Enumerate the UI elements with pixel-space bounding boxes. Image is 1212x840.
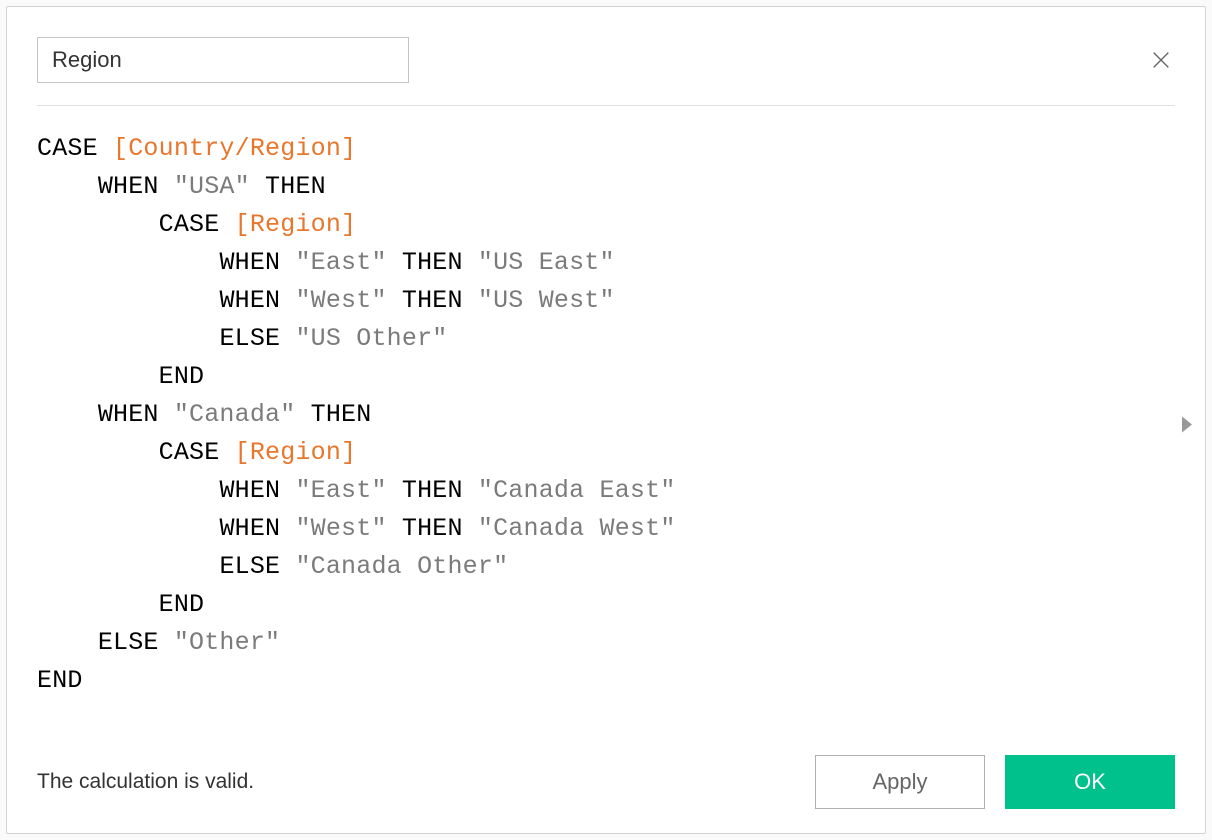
calc-name-input[interactable]: [37, 37, 409, 83]
keyword-token: CASE: [159, 438, 235, 467]
string-token: "West": [295, 514, 386, 543]
formula-line: WHEN "West" THEN "Canada West": [37, 510, 1175, 548]
validation-status: The calculation is valid.: [37, 770, 254, 794]
keyword-token: END: [37, 666, 83, 695]
field-token: [Region]: [235, 210, 357, 239]
formula-line: END: [37, 358, 1175, 396]
formula-line: ELSE "Canada Other": [37, 548, 1175, 586]
string-token: "Canada East": [478, 476, 676, 505]
calculated-field-dialog: CASE [Country/Region] WHEN "USA" THEN CA…: [6, 6, 1206, 834]
formula-line: WHEN "East" THEN "US East": [37, 244, 1175, 282]
field-token: [Country/Region]: [113, 134, 356, 163]
formula-editor-wrap: CASE [Country/Region] WHEN "USA" THEN CA…: [37, 116, 1175, 737]
string-token: "US West": [478, 286, 615, 315]
formula-line: ELSE "Other": [37, 624, 1175, 662]
string-token: "USA": [174, 172, 250, 201]
keyword-token: THEN: [387, 286, 478, 315]
keyword-token: THEN: [387, 476, 478, 505]
string-token: "West": [295, 286, 386, 315]
keyword-token: THEN: [295, 400, 371, 429]
keyword-token: END: [159, 362, 205, 391]
expand-reference-button[interactable]: [1181, 416, 1193, 437]
string-token: "US Other": [295, 324, 447, 353]
ok-button[interactable]: OK: [1005, 755, 1175, 809]
keyword-token: THEN: [387, 248, 478, 277]
formula-line: CASE [Region]: [37, 434, 1175, 472]
keyword-token: WHEN: [98, 400, 174, 429]
keyword-token: THEN: [250, 172, 326, 201]
keyword-token: CASE: [37, 134, 113, 163]
formula-editor[interactable]: CASE [Country/Region] WHEN "USA" THEN CA…: [37, 130, 1175, 700]
string-token: "US East": [478, 248, 615, 277]
field-token: [Region]: [235, 438, 357, 467]
keyword-token: WHEN: [219, 476, 295, 505]
formula-line: WHEN "Canada" THEN: [37, 396, 1175, 434]
formula-line: CASE [Region]: [37, 206, 1175, 244]
dialog-footer: The calculation is valid. Apply OK: [37, 755, 1175, 809]
formula-line: WHEN "East" THEN "Canada East": [37, 472, 1175, 510]
string-token: "East": [295, 476, 386, 505]
close-icon: [1150, 49, 1172, 71]
formula-line: WHEN "USA" THEN: [37, 168, 1175, 206]
button-group: Apply OK: [815, 755, 1175, 809]
formula-line: CASE [Country/Region]: [37, 130, 1175, 168]
keyword-token: THEN: [387, 514, 478, 543]
string-token: "Canada": [174, 400, 296, 429]
string-token: "Canada West": [478, 514, 676, 543]
chevron-right-icon: [1181, 416, 1193, 432]
apply-button[interactable]: Apply: [815, 755, 985, 809]
keyword-token: CASE: [159, 210, 235, 239]
string-token: "Other": [174, 628, 280, 657]
keyword-token: WHEN: [98, 172, 174, 201]
keyword-token: ELSE: [219, 324, 295, 353]
close-button[interactable]: [1147, 46, 1175, 74]
formula-line: END: [37, 586, 1175, 624]
dialog-header: [37, 37, 1175, 106]
formula-line: ELSE "US Other": [37, 320, 1175, 358]
string-token: "East": [295, 248, 386, 277]
string-token: "Canada Other": [295, 552, 508, 581]
formula-line: END: [37, 662, 1175, 700]
keyword-token: WHEN: [219, 286, 295, 315]
keyword-token: ELSE: [98, 628, 174, 657]
keyword-token: WHEN: [219, 248, 295, 277]
keyword-token: ELSE: [219, 552, 295, 581]
keyword-token: WHEN: [219, 514, 295, 543]
formula-line: WHEN "West" THEN "US West": [37, 282, 1175, 320]
keyword-token: END: [159, 590, 205, 619]
